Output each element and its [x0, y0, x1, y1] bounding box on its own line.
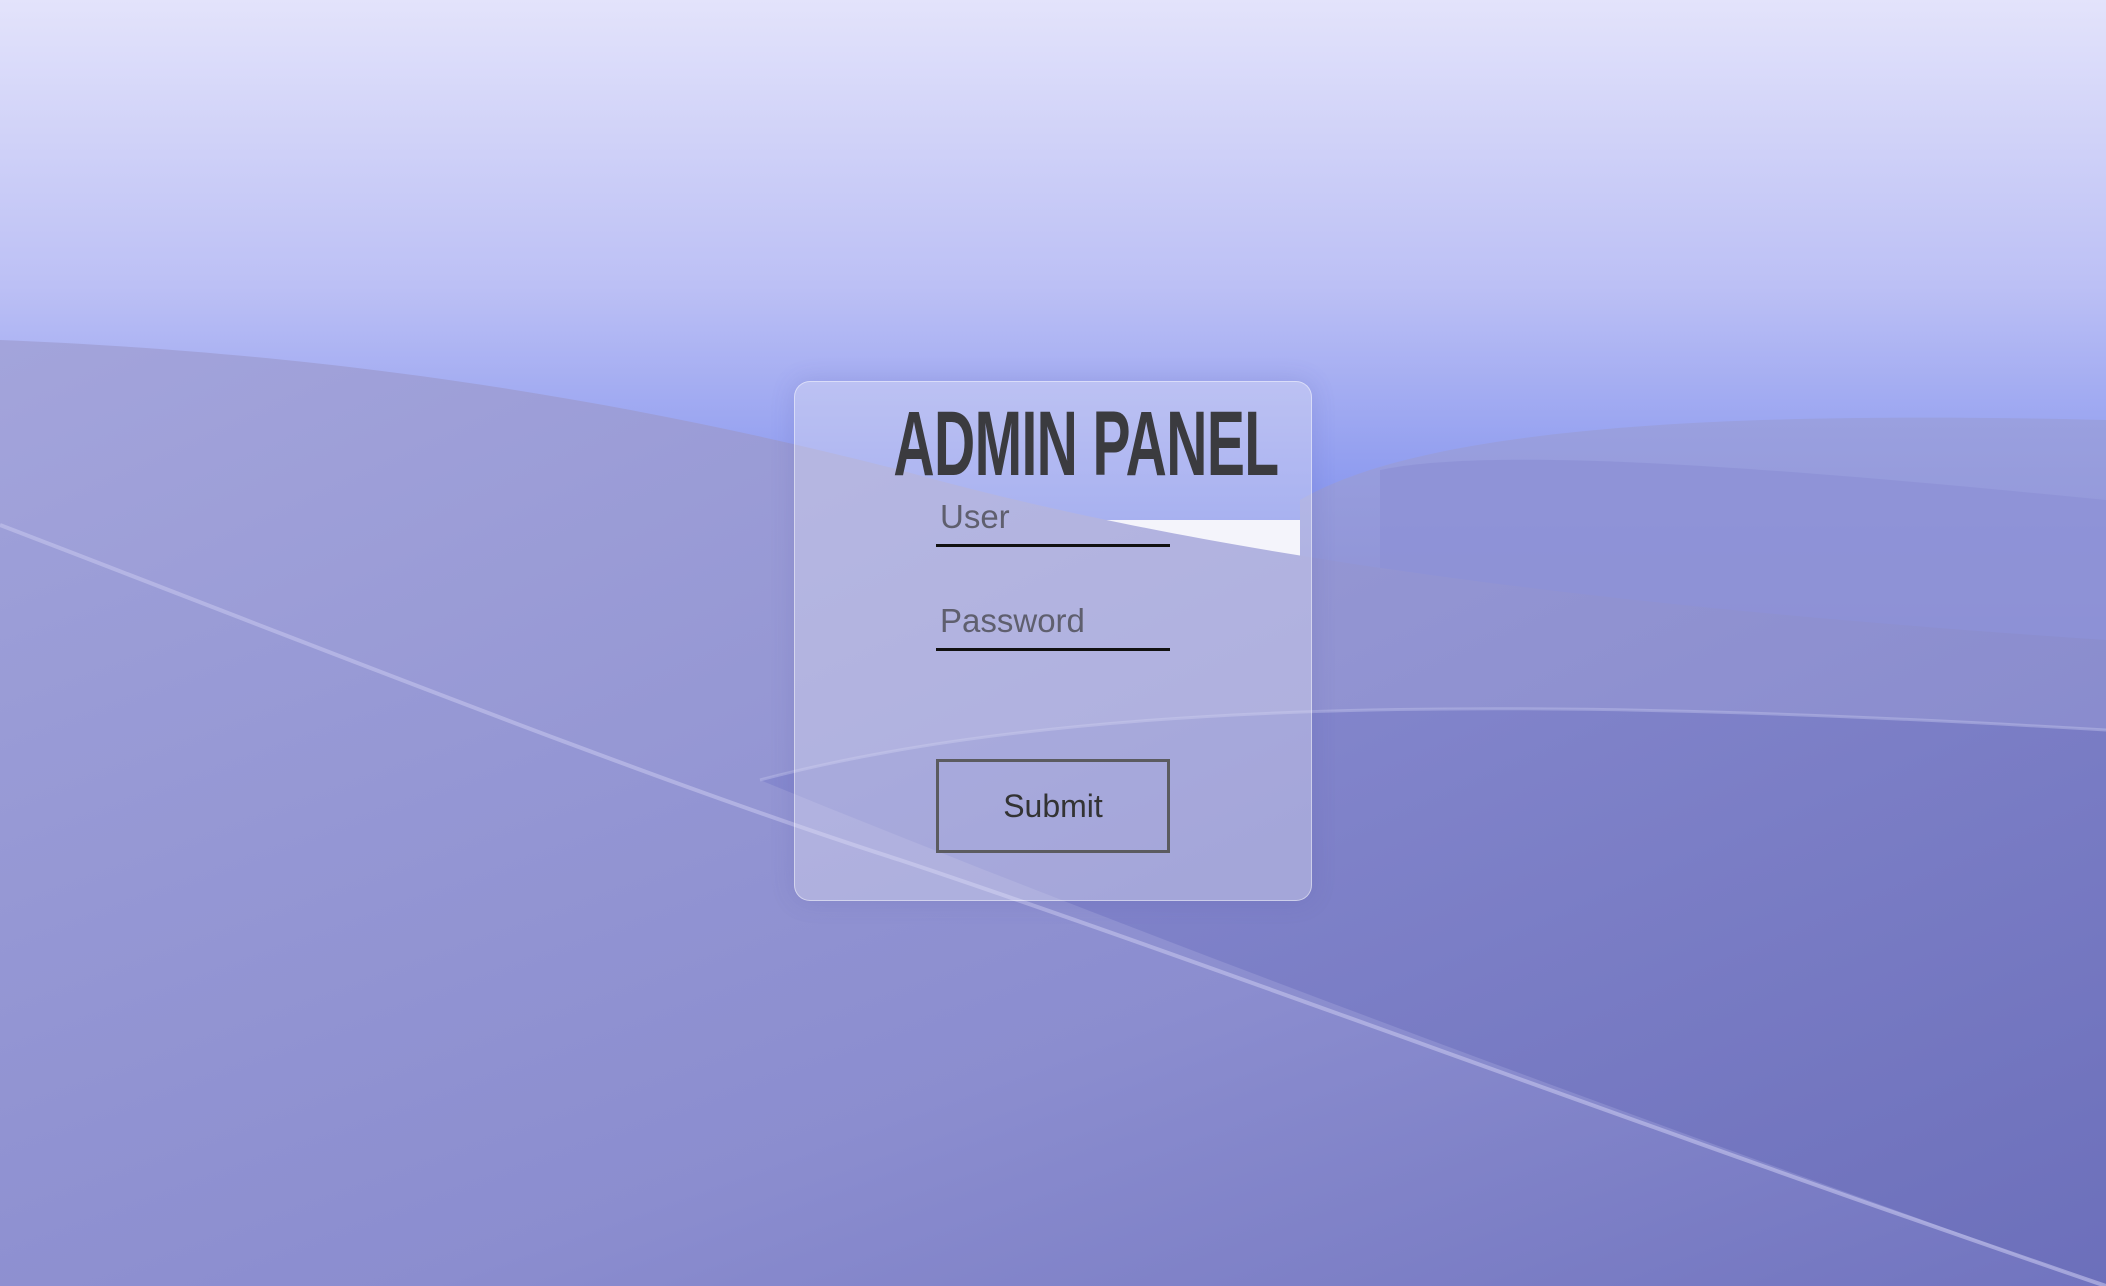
login-card: ADMIN PANEL Submit — [794, 381, 1312, 901]
user-input[interactable] — [936, 489, 1170, 547]
password-input[interactable] — [936, 593, 1170, 651]
submit-button[interactable]: Submit — [936, 759, 1170, 853]
panel-title: ADMIN PANEL — [893, 393, 1279, 495]
